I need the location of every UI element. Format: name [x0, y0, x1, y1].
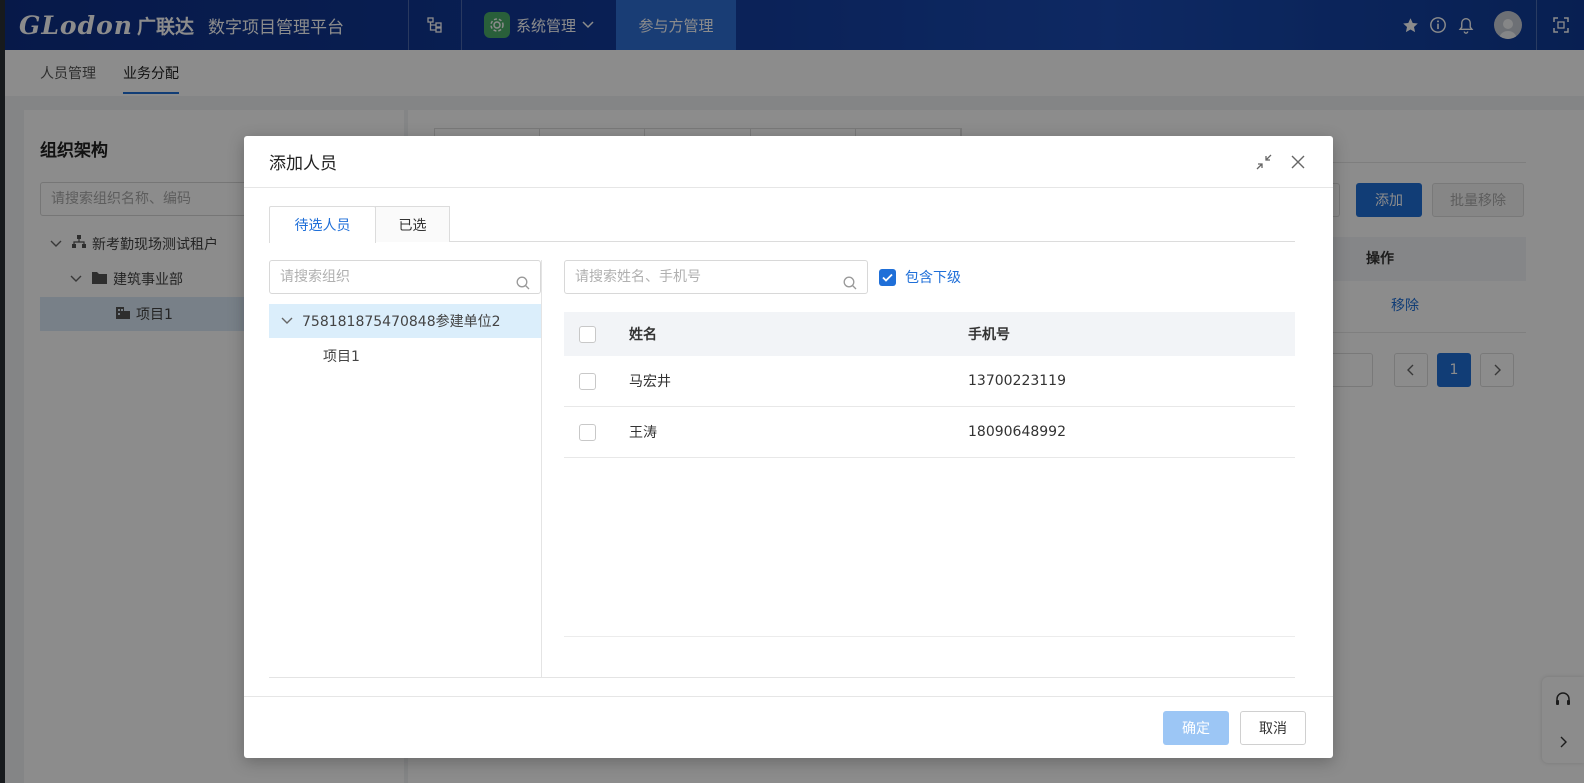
column-header-phone: 手机号 [968, 327, 1010, 343]
org-tree-child[interactable]: 项目1 [269, 339, 541, 373]
search-icon[interactable] [516, 270, 530, 302]
table-row[interactable]: 马宏井 13700223119 [564, 356, 1295, 407]
cell-phone: 18090648992 [968, 424, 1066, 440]
search-icon[interactable] [843, 270, 857, 302]
cancel-button[interactable]: 取消 [1240, 711, 1306, 745]
include-subordinates-checkbox[interactable]: 包含下级 [879, 260, 961, 294]
name-phone-search-input[interactable]: 请搜索姓名、手机号 [564, 260, 868, 294]
name-search-placeholder: 请搜索姓名、手机号 [575, 269, 701, 285]
org-tree-pane: 请搜索组织 758181875470848参建单位2 项目1 [269, 260, 542, 678]
divider [269, 677, 1295, 678]
table-row[interactable]: 王涛 18090648992 [564, 407, 1295, 458]
dialog-tabs: 待选人员 已选 [269, 206, 1295, 243]
select-all-checkbox[interactable] [579, 325, 596, 343]
dialog-title: 添加人员 [269, 154, 337, 174]
tab-candidates[interactable]: 待选人员 [269, 206, 376, 243]
confirm-button[interactable]: 确定 [1163, 711, 1229, 745]
chevron-down-icon[interactable] [281, 313, 293, 329]
column-header-name: 姓名 [629, 327, 657, 343]
row-checkbox[interactable] [579, 423, 596, 441]
person-list-pane: 请搜索姓名、手机号 包含下级 姓名 手机号 马宏井 13700223119 王涛… [564, 260, 1295, 678]
org-search-placeholder: 请搜索组织 [280, 269, 350, 285]
add-person-dialog: 添加人员 待选人员 已选 请搜索组织 758181875470848参建单位2 … [244, 136, 1333, 758]
table-header: 姓名 手机号 [564, 312, 1295, 356]
cell-phone: 13700223119 [968, 373, 1066, 389]
cell-name: 王涛 [629, 425, 657, 441]
org-tree-root-label: 758181875470848参建单位2 [302, 314, 501, 330]
org-tree-child-label: 项目1 [323, 349, 360, 365]
checkmark-icon[interactable] [879, 268, 896, 286]
close-icon[interactable] [1281, 136, 1315, 188]
row-checkbox[interactable] [579, 372, 596, 390]
dialog-header-actions [1247, 136, 1315, 188]
dialog-header: 添加人员 [244, 136, 1333, 188]
org-tree-root[interactable]: 758181875470848参建单位2 [269, 304, 541, 338]
collapse-icon[interactable] [1247, 136, 1281, 188]
tab-selected[interactable]: 已选 [375, 206, 450, 242]
include-subordinates-label: 包含下级 [905, 270, 961, 286]
person-table: 姓名 手机号 马宏井 13700223119 王涛 18090648992 [564, 312, 1295, 458]
cell-name: 马宏井 [629, 374, 671, 390]
divider [564, 636, 1295, 637]
org-search-input[interactable]: 请搜索组织 [269, 260, 541, 294]
dialog-footer: 确定 取消 [244, 696, 1333, 758]
